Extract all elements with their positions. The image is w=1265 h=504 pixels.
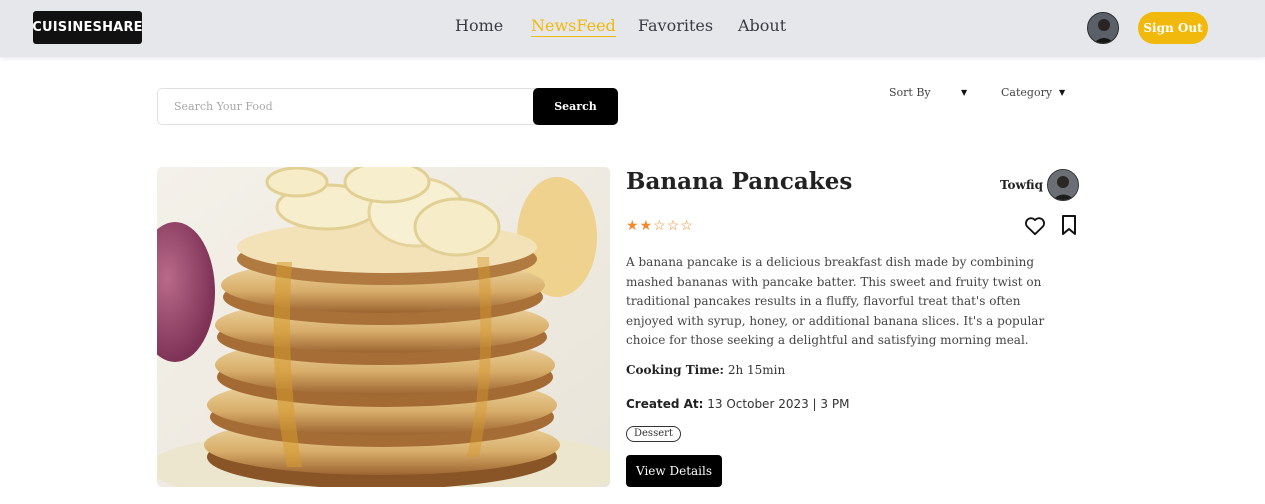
nav-favorites-link[interactable]: Favorites <box>638 16 713 35</box>
sort-by-label: Sort By <box>889 86 931 99</box>
user-avatar[interactable] <box>1087 12 1119 44</box>
category-dropdown[interactable]: Category ▼ <box>1001 86 1069 104</box>
recipe-image[interactable] <box>157 167 610 487</box>
view-details-button[interactable]: View Details <box>626 455 722 487</box>
nav-newsfeed-link[interactable]: NewsFeed <box>531 16 616 37</box>
star-empty-icon: ☆ <box>680 218 693 234</box>
cooking-time-label: Cooking Time: <box>626 363 724 377</box>
sort-by-dropdown[interactable]: Sort By ▼ <box>889 86 971 104</box>
star-empty-icon: ☆ <box>666 218 680 234</box>
search-input[interactable] <box>157 88 537 125</box>
category-label: Category <box>1001 86 1053 99</box>
bookmark-icon[interactable] <box>1061 214 1077 236</box>
heart-icon[interactable] <box>1024 216 1046 236</box>
author-name[interactable]: Towfiq <box>1000 178 1043 192</box>
created-at-value: 13 October 2023 | 3 PM <box>707 397 850 411</box>
star-empty-icon: ☆ <box>653 218 666 234</box>
category-tag[interactable]: Dessert <box>626 426 681 442</box>
sign-out-button[interactable]: Sign Out <box>1138 12 1208 44</box>
caret-down-icon: ▼ <box>1059 88 1066 97</box>
top-navbar: CUISINESHARE Home NewsFeed Favorites Abo… <box>0 0 1265 57</box>
star-filled-icon: ★ <box>626 218 639 234</box>
author-avatar-photo-icon <box>1048 170 1078 200</box>
star-filled-icon: ★ <box>639 218 653 234</box>
recipe-title: Banana Pancakes <box>626 168 853 195</box>
search-bar: Search <box>157 88 618 125</box>
cooking-time: Cooking Time: 2h 15min <box>626 363 785 377</box>
main-nav: Home NewsFeed Favorites About <box>0 16 1265 40</box>
search-button[interactable]: Search <box>533 88 618 125</box>
recipe-description: A banana pancake is a delicious breakfas… <box>626 255 1045 347</box>
created-at: Created At: 13 October 2023 | 3 PM <box>626 397 849 411</box>
cooking-time-value: 2h 15min <box>727 363 786 377</box>
author-avatar[interactable] <box>1047 169 1079 201</box>
nav-about-link[interactable]: About <box>738 16 786 35</box>
nav-home-link[interactable]: Home <box>455 16 503 35</box>
pancake-photo <box>157 167 610 487</box>
created-at-label: Created At: <box>626 397 704 411</box>
rating-stars: ★ ★ ☆ ☆ ☆ <box>626 217 693 235</box>
caret-down-icon: ▼ <box>961 88 968 97</box>
